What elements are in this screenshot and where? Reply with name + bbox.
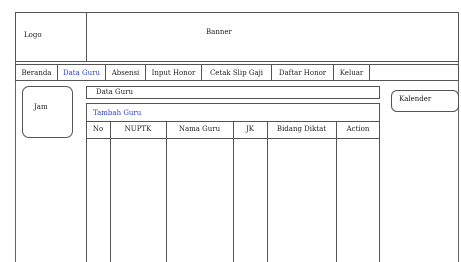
column-header-nuptk: NUPTK: [124, 125, 152, 133]
column-header-action: Action: [346, 125, 370, 133]
nav-item-absensi[interactable]: Absensi: [106, 65, 146, 80]
logo-label: Logo: [24, 31, 42, 39]
banner-label: Banner: [206, 28, 232, 36]
column-divider: [166, 121, 167, 262]
nav-item-input-honor[interactable]: Input Honor: [146, 65, 202, 80]
column-divider: [267, 121, 268, 262]
banner: [86, 12, 459, 62]
clock-widget: [22, 86, 73, 138]
nav-item-cetak-slip-gaji[interactable]: Cetak Slip Gaji: [202, 65, 272, 80]
column-header-bidang-diktat: Bidang Diktat: [276, 125, 327, 133]
main-nav: Beranda Data Guru Absensi Input Honor Ce…: [15, 64, 459, 81]
nav-item-data-guru[interactable]: Data Guru: [58, 65, 106, 80]
column-divider: [336, 121, 337, 262]
nav-item-beranda[interactable]: Beranda: [16, 65, 58, 80]
column-divider: [233, 121, 234, 262]
nav-item-daftar-honor[interactable]: Daftar Honor: [272, 65, 334, 80]
clock-label: Jam: [34, 103, 48, 111]
column-header-nama-guru: Nama Guru: [178, 125, 221, 133]
column-header-jk: JK: [245, 125, 255, 133]
column-divider: [110, 121, 111, 262]
calendar-label: Kalender: [399, 95, 432, 103]
nav-item-keluar[interactable]: Keluar: [334, 65, 370, 80]
add-teacher-link[interactable]: Tambah Guru: [93, 109, 141, 117]
section-title: Data Guru: [96, 88, 133, 96]
column-header-no: No: [92, 125, 104, 133]
